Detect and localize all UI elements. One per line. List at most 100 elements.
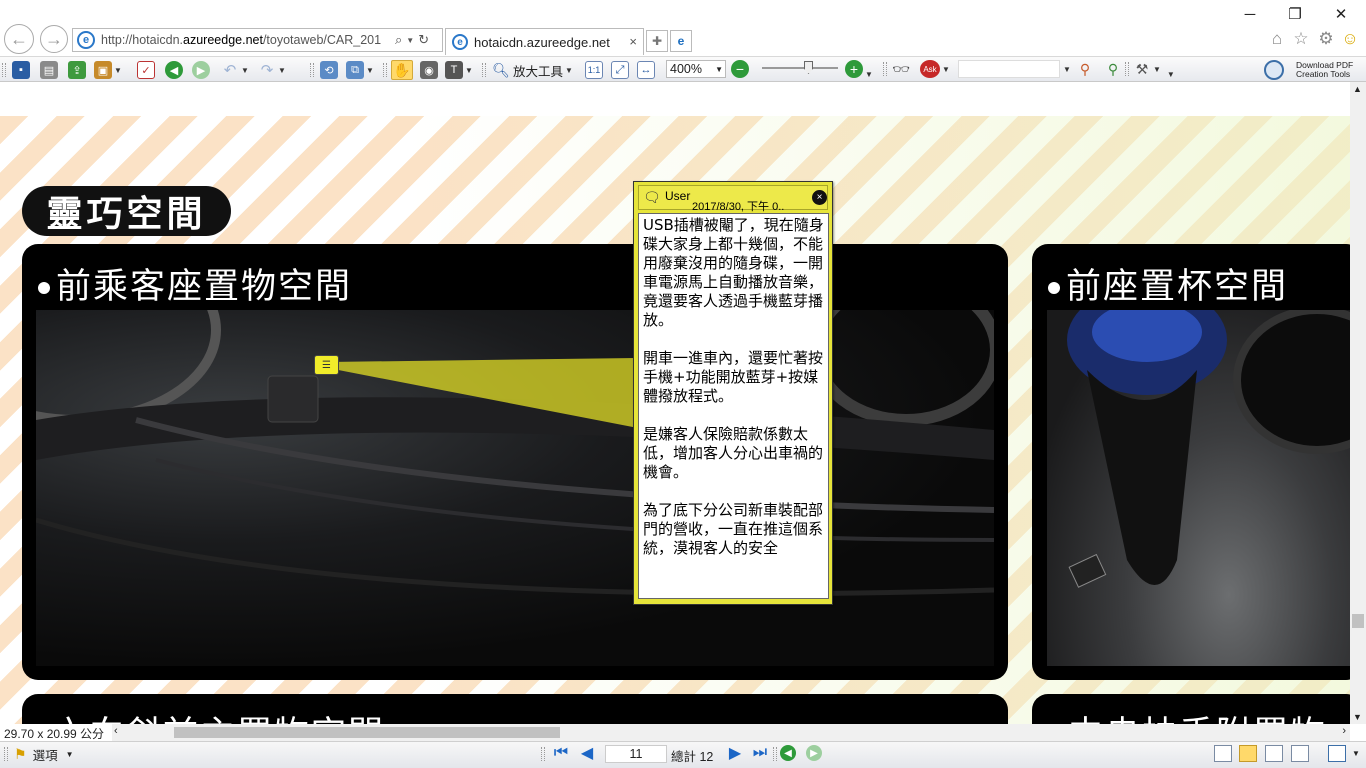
toolbar-grip[interactable]	[4, 747, 8, 761]
chevron-down-icon: ▼	[565, 65, 573, 75]
address-url[interactable]: http://hotaicdn.azureedge.net/toyotaweb/…	[101, 33, 391, 47]
hand-tool-button[interactable]: ✋	[391, 60, 413, 80]
toolbar-grip[interactable]	[1125, 62, 1129, 76]
toolbar-grip[interactable]	[541, 747, 545, 761]
comment-popup[interactable]: 🗨︎ User 2017/8/30, 下午 0.. × USB插槽被閹了，現在隨…	[633, 181, 833, 605]
toolbar-grip[interactable]	[383, 63, 387, 77]
search-next-button[interactable]: ⚲	[1104, 59, 1122, 79]
rotate-button[interactable]: ⟲	[320, 60, 338, 80]
ask-button[interactable]: Ask ▼	[920, 59, 950, 79]
zoom-slider-track[interactable]	[762, 67, 838, 69]
smiley-feedback-icon[interactable]: ☺	[1340, 29, 1360, 49]
chevron-down-icon[interactable]: ▼	[715, 65, 723, 74]
facing-view-icon[interactable]	[1265, 745, 1283, 762]
page-number-input[interactable]: 11	[605, 745, 667, 763]
chevron-down-icon: ▼	[465, 65, 473, 75]
glovebox-button	[267, 375, 319, 423]
actual-size-button[interactable]: 1:1	[585, 60, 603, 80]
back-button[interactable]: ←	[4, 24, 34, 54]
zoom-level-input[interactable]: 400% ▼	[666, 60, 726, 78]
undo-button[interactable]: ↶ ▼	[221, 60, 249, 80]
next-view-icon[interactable]: ▶	[806, 745, 822, 761]
download-pdf-tools-button[interactable]: Download PDF Creation Tools	[1264, 57, 1366, 82]
tab-close-icon[interactable]: ×	[629, 34, 637, 49]
tools-button[interactable]: ⚒ ▼ ▼	[1133, 59, 1175, 79]
chevron-down-icon: ▼	[241, 65, 249, 75]
tab-title: hotaicdn.azureedge.net	[474, 34, 610, 50]
pages-button[interactable]: ⧉ ▼	[346, 60, 374, 80]
refresh-icon[interactable]: ↻	[418, 32, 429, 48]
home-icon[interactable]: ⌂	[1267, 29, 1287, 49]
close-icon[interactable]: ×	[812, 190, 827, 205]
toolbar-grip[interactable]	[883, 62, 887, 76]
horizontal-scroll-thumb[interactable]	[174, 727, 560, 738]
fit-width-button[interactable]: ↔	[637, 60, 655, 80]
address-bar[interactable]: e http://hotaicdn.azureedge.net/toyotawe…	[72, 28, 443, 52]
scroll-down-icon[interactable]: ▼	[1353, 712, 1362, 722]
last-page-icon[interactable]: ⏭	[752, 744, 768, 761]
forward-button[interactable]: →	[40, 25, 68, 53]
comment-date: 2017/8/30, 下午 0..	[692, 201, 785, 213]
prev-page-icon[interactable]: ◀	[579, 745, 595, 762]
dash-line	[36, 517, 994, 597]
snapshot-button[interactable]: ◉	[420, 60, 438, 80]
redo-button[interactable]: ↷ ▼	[258, 60, 286, 80]
ask-logo-icon: Ask	[920, 60, 940, 78]
read-mode-button[interactable]: 👓︎	[892, 59, 910, 79]
section-title: 靈巧空間	[22, 186, 231, 236]
search-icon[interactable]: ⌕	[395, 32, 402, 48]
zoom-in-button[interactable]: + ▼	[845, 59, 873, 79]
actual-size-icon: 1:1	[585, 61, 603, 79]
checklist-button[interactable]: ✓	[137, 60, 155, 80]
park-button	[1068, 553, 1107, 588]
nav-back-button[interactable]: ◀	[165, 60, 183, 80]
vertical-scroll-thumb[interactable]	[1352, 614, 1364, 628]
magnify-tool-button[interactable]: 🔍︎ 放大工具 ▼	[492, 60, 573, 80]
prev-view-icon[interactable]: ◀	[780, 745, 796, 761]
toolbar-grip[interactable]	[2, 63, 6, 77]
scroll-right-icon[interactable]: ›	[1342, 725, 1346, 737]
nav-forward-button[interactable]: ▶	[192, 60, 210, 80]
note-marker-icon[interactable]: ☰	[314, 355, 339, 375]
glasses-icon: 👓︎	[892, 60, 910, 77]
next-page-icon[interactable]: ▶	[727, 745, 743, 762]
search-prev-button[interactable]: ⚲	[1076, 59, 1094, 79]
toolbar-grip[interactable]	[773, 747, 777, 761]
scroll-left-icon[interactable]: ‹	[114, 725, 118, 737]
chevron-down-icon[interactable]: ▼	[1352, 749, 1360, 758]
favorites-star-icon[interactable]: ☆	[1291, 29, 1311, 49]
single-page-view-icon[interactable]	[1214, 745, 1232, 762]
print-button[interactable]: ▤	[40, 60, 58, 80]
right-vent-ring	[810, 310, 994, 426]
continuous-facing-view-icon[interactable]	[1291, 745, 1309, 762]
comment-header[interactable]: 🗨︎ User 2017/8/30, 下午 0.. ×	[638, 185, 828, 213]
fit-page-button[interactable]: ⤢	[611, 60, 629, 80]
chevron-down-icon: ▼	[1153, 64, 1161, 74]
restore-icon[interactable]: ❐	[1282, 4, 1308, 24]
close-window-icon[interactable]: ✕	[1328, 4, 1354, 24]
options-button[interactable]: ⚑ 選項 ▼	[14, 745, 74, 764]
minimize-icon[interactable]: ─	[1237, 4, 1263, 24]
select-text-button[interactable]: T ▼	[445, 60, 473, 80]
zoom-out-button[interactable]: −	[731, 59, 749, 79]
save-button[interactable]: ▪	[12, 60, 30, 80]
panel-title: 中央扶手附置物	[1068, 706, 1327, 724]
export-button[interactable]: ⇪	[68, 60, 86, 80]
package-button[interactable]: ▣ ▼	[94, 60, 122, 80]
chevron-down-icon[interactable]: ▼	[406, 36, 414, 45]
plus-icon: +	[845, 60, 863, 78]
toolbar-grip[interactable]	[482, 63, 486, 77]
continuous-view-icon[interactable]	[1239, 745, 1257, 762]
first-page-icon[interactable]: ⏮	[553, 744, 569, 761]
toolbar-grip[interactable]	[310, 63, 314, 77]
search-input[interactable]	[958, 60, 1060, 78]
search-dropdown[interactable]: ▼	[1061, 59, 1071, 79]
scroll-up-icon[interactable]: ▲	[1353, 84, 1362, 94]
ie-logo-button[interactable]: e	[670, 30, 692, 52]
tab-active[interactable]: e hotaicdn.azureedge.net ×	[445, 28, 644, 55]
fit-width-icon: ↔	[637, 61, 655, 79]
save-view-icon[interactable]	[1328, 745, 1346, 762]
settings-gear-icon[interactable]: ⚙	[1316, 29, 1336, 49]
new-tab-button[interactable]: ✚	[646, 30, 668, 52]
comment-text[interactable]: USB插槽被閹了，現在隨身碟大家身上都十幾個，不能用廢棄沒用的隨身碟，一開車電源…	[638, 213, 829, 599]
